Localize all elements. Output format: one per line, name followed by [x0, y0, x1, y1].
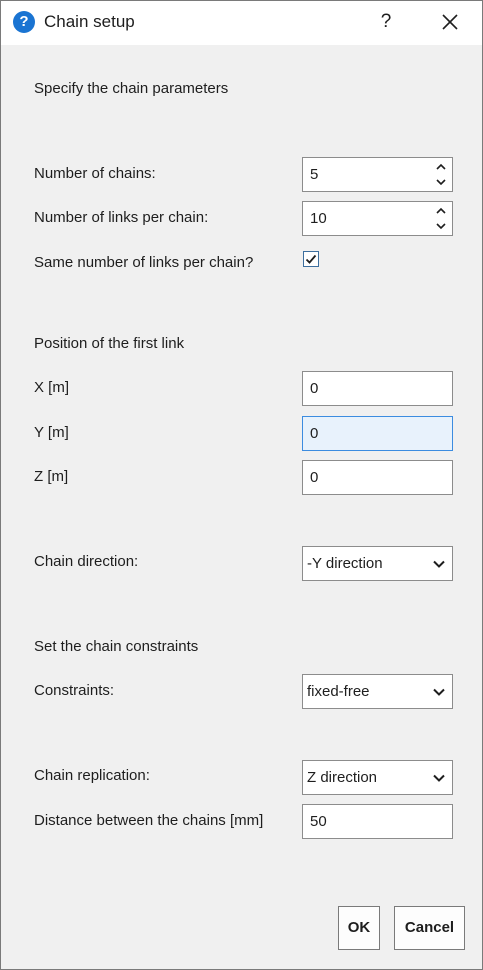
first-link-heading: Position of the first link: [34, 335, 185, 352]
chain-setup-dialog: ? Chain setup ? Specify the chain parame…: [0, 0, 483, 970]
chain-replication-select[interactable]: Z direction: [302, 760, 453, 795]
constraints-value: fixed-free: [307, 683, 370, 700]
chevron-up-icon[interactable]: [434, 160, 448, 174]
close-icon: [442, 14, 458, 30]
dialog-content: Specify the chain parameters Number of c…: [1, 45, 482, 969]
links-per-chain-spinbox[interactable]: 10: [302, 201, 453, 236]
number-of-chains-label: Number of chains:: [34, 165, 156, 182]
number-of-chains-spinbox[interactable]: 5: [302, 157, 453, 192]
chevron-down-icon: [433, 688, 445, 696]
distance-value: 50: [310, 813, 327, 830]
constraints-select[interactable]: fixed-free: [302, 674, 453, 709]
question-circle-icon: ?: [13, 11, 35, 33]
checkmark-icon: [305, 254, 317, 264]
number-of-chains-value: 5: [310, 166, 319, 183]
z-input[interactable]: 0: [302, 460, 453, 495]
same-links-label: Same number of links per chain?: [34, 254, 254, 271]
chain-direction-select[interactable]: -Y direction: [302, 546, 453, 581]
x-input[interactable]: 0: [302, 371, 453, 406]
ok-button[interactable]: OK: [338, 906, 380, 950]
z-label: Z [m]: [34, 468, 69, 485]
cancel-button[interactable]: Cancel: [394, 906, 465, 950]
z-value: 0: [310, 469, 319, 486]
close-button[interactable]: [433, 5, 467, 39]
window-title: Chain setup: [44, 12, 135, 31]
chevron-down-icon[interactable]: [434, 175, 448, 189]
chevron-down-icon: [433, 560, 445, 568]
constraints-heading: Set the chain constraints: [34, 638, 199, 655]
chain-parameters-heading: Specify the chain parameters: [34, 80, 229, 97]
x-value: 0: [310, 380, 319, 397]
y-value: 0: [310, 425, 319, 442]
chain-replication-value: Z direction: [307, 769, 378, 786]
x-label: X [m]: [34, 379, 70, 396]
y-label: Y [m]: [34, 424, 69, 441]
chevron-down-icon[interactable]: [434, 219, 448, 233]
title-bar: ? Chain setup ?: [1, 1, 482, 45]
links-per-chain-label: Number of links per chain:: [34, 209, 209, 226]
distance-input[interactable]: 50: [302, 804, 453, 839]
chevron-down-icon: [433, 774, 445, 782]
links-per-chain-value: 10: [310, 210, 327, 227]
help-button[interactable]: ?: [369, 5, 403, 39]
constraints-label: Constraints:: [34, 682, 115, 699]
distance-label: Distance between the chains [mm]: [34, 812, 264, 829]
y-input[interactable]: 0: [302, 416, 453, 451]
same-links-checkbox[interactable]: [303, 251, 319, 267]
chain-direction-label: Chain direction:: [34, 553, 139, 570]
chevron-up-icon[interactable]: [434, 204, 448, 218]
chain-replication-label: Chain replication:: [34, 767, 150, 784]
chain-direction-value: -Y direction: [307, 555, 383, 572]
